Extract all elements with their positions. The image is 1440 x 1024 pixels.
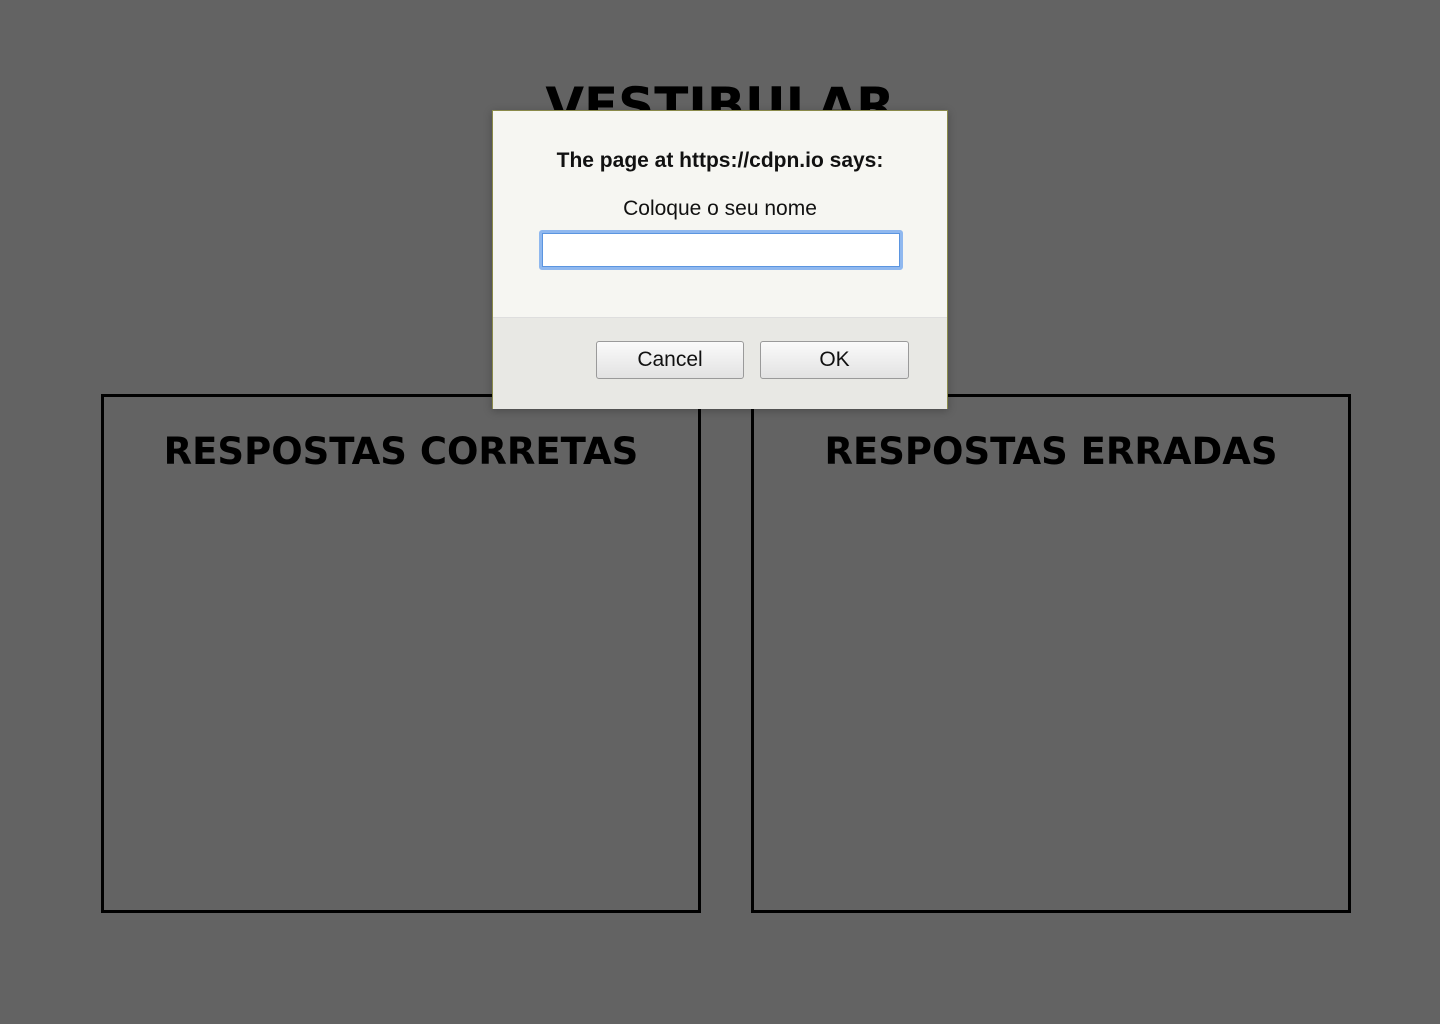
dialog-message: Coloque o seu nome: [623, 197, 817, 220]
dialog-heading: The page at https://cdpn.io says:: [556, 149, 884, 172]
dialog-footer: Cancel OK: [493, 317, 947, 409]
prompt-dialog: The page at https://cdpn.io says: Coloqu…: [492, 110, 948, 409]
name-input[interactable]: [539, 230, 903, 270]
wrong-answers-title: RESPOSTAS ERRADAS: [824, 430, 1278, 473]
cancel-button[interactable]: Cancel: [596, 341, 744, 379]
correct-answers-title: RESPOSTAS CORRETAS: [163, 430, 639, 473]
ok-button[interactable]: OK: [760, 341, 909, 379]
wrong-answers-panel: RESPOSTAS ERRADAS: [751, 394, 1351, 913]
correct-answers-panel: RESPOSTAS CORRETAS: [101, 394, 701, 913]
